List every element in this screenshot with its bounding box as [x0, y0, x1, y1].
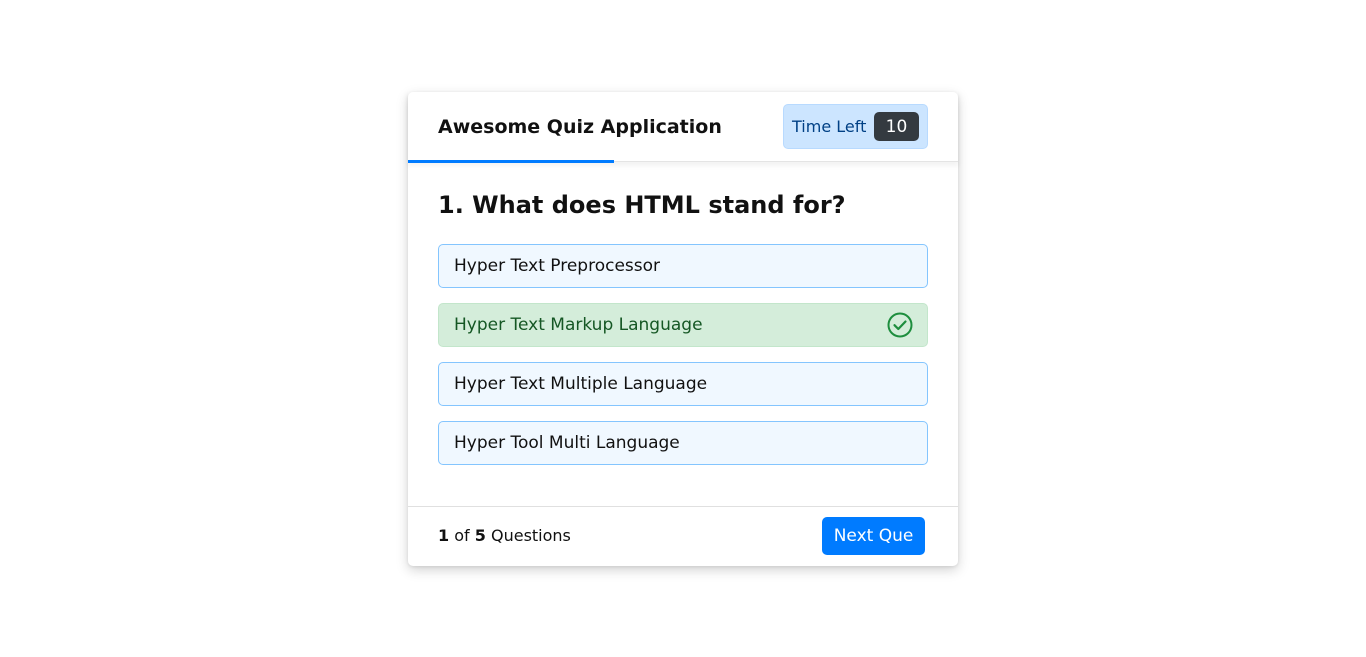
option-item[interactable]: Hyper Tool Multi Language: [438, 421, 928, 465]
quiz-box: Awesome Quiz Application Time Left 10 1.…: [408, 92, 958, 566]
timer-seconds: 10: [874, 112, 919, 141]
option-label: Hyper Text Markup Language: [454, 315, 703, 335]
check-circle-icon: [887, 312, 913, 338]
option-label: Hyper Text Multiple Language: [454, 374, 708, 394]
total-question-count: 5: [474, 526, 486, 545]
quiz-header: Awesome Quiz Application Time Left 10: [408, 92, 958, 163]
quiz-footer: 1 of 5 Questions Next Que: [408, 506, 958, 566]
timer: Time Left 10: [783, 104, 928, 149]
timer-label: Time Left: [792, 117, 867, 136]
option-item[interactable]: Hyper Text Multiple Language: [438, 362, 928, 406]
next-question-button[interactable]: Next Que: [822, 517, 925, 555]
current-question-number: 1: [438, 526, 450, 545]
counter-questions-text: Questions: [490, 526, 571, 545]
option-item-correct[interactable]: Hyper Text Markup Language: [438, 303, 928, 347]
quiz-title: Awesome Quiz Application: [438, 116, 722, 138]
counter-of-text: of: [454, 526, 470, 545]
option-label: Hyper Text Preprocessor: [454, 256, 661, 276]
option-label: Hyper Tool Multi Language: [454, 433, 680, 453]
quiz-section: 1. What does HTML stand for? Hyper Text …: [438, 162, 928, 480]
option-list: Hyper Text Preprocessor Hyper Text Marku…: [438, 244, 928, 465]
question-text: 1. What does HTML stand for?: [438, 191, 846, 219]
question-counter: 1 of 5 Questions: [438, 507, 571, 565]
option-item[interactable]: Hyper Text Preprocessor: [438, 244, 928, 288]
